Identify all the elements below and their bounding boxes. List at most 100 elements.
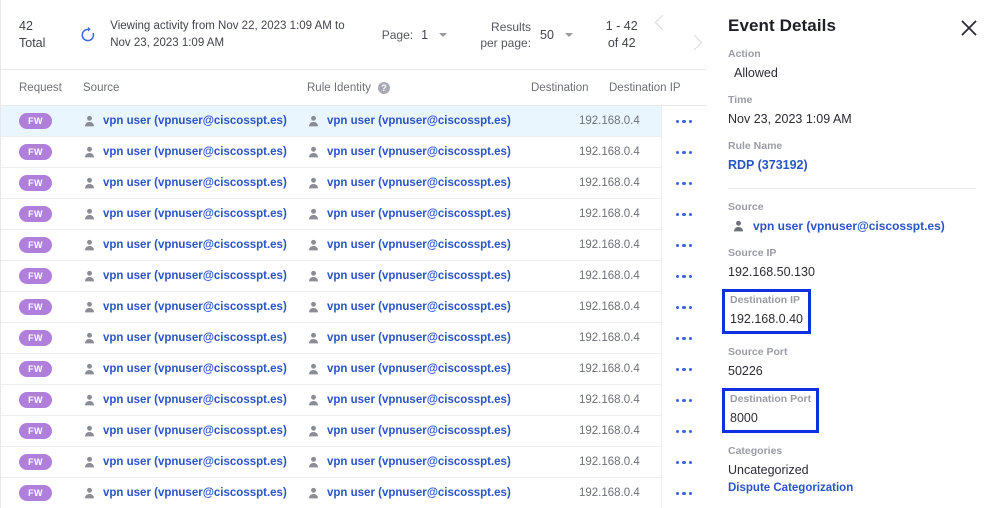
rule-identity-user-link[interactable]: vpn user (vpnuser@ciscosspt.es) bbox=[327, 394, 511, 406]
more-options-icon[interactable] bbox=[661, 168, 706, 199]
cell-source[interactable]: vpn user (vpnuser@ciscosspt.es) bbox=[83, 239, 287, 252]
chevron-left-icon[interactable] bbox=[654, 14, 670, 30]
dispute-categorization-link[interactable]: Dispute Categorization bbox=[728, 482, 976, 494]
cell-rule-identity[interactable]: vpn user (vpnuser@ciscosspt.es) bbox=[307, 115, 511, 128]
more-options-icon[interactable] bbox=[661, 292, 706, 323]
table-row[interactable]: FW vpn user (vpnuser@ciscosspt.es) vpn use… bbox=[1, 478, 706, 508]
source-user-link[interactable]: vpn user (vpnuser@ciscosspt.es) bbox=[103, 177, 287, 189]
source-user-link[interactable]: vpn user (vpnuser@ciscosspt.es) bbox=[103, 146, 287, 158]
cell-rule-identity[interactable]: vpn user (vpnuser@ciscosspt.es) bbox=[307, 332, 511, 345]
more-options-icon[interactable] bbox=[661, 447, 706, 478]
more-options-icon[interactable] bbox=[661, 416, 706, 447]
source-user-link[interactable]: vpn user (vpnuser@ciscosspt.es) bbox=[103, 270, 287, 282]
more-options-icon[interactable] bbox=[661, 199, 706, 230]
source-user-link[interactable]: vpn user (vpnuser@ciscosspt.es) bbox=[103, 456, 287, 468]
more-options-icon[interactable] bbox=[661, 385, 706, 416]
cell-rule-identity[interactable]: vpn user (vpnuser@ciscosspt.es) bbox=[307, 301, 511, 314]
table-row[interactable]: FW vpn user (vpnuser@ciscosspt.es) vpn use… bbox=[1, 292, 706, 323]
cell-source[interactable]: vpn user (vpnuser@ciscosspt.es) bbox=[83, 270, 287, 283]
rule-identity-user-link[interactable]: vpn user (vpnuser@ciscosspt.es) bbox=[327, 270, 511, 282]
chevron-right-icon[interactable] bbox=[686, 34, 703, 50]
table-row[interactable]: FW vpn user (vpnuser@ciscosspt.es) vpn use… bbox=[1, 323, 706, 354]
refresh-icon[interactable] bbox=[75, 21, 103, 49]
page-dropdown[interactable]: 1 bbox=[421, 28, 448, 42]
source-user-link[interactable]: vpn user (vpnuser@ciscosspt.es) bbox=[103, 239, 287, 251]
cell-rule-identity[interactable]: vpn user (vpnuser@ciscosspt.es) bbox=[307, 487, 511, 500]
cell-source[interactable]: vpn user (vpnuser@ciscosspt.es) bbox=[83, 208, 287, 221]
cell-source[interactable]: vpn user (vpnuser@ciscosspt.es) bbox=[83, 456, 287, 469]
field-rule-name-value[interactable]: RDP (373192) bbox=[728, 156, 976, 174]
cell-rule-identity[interactable]: vpn user (vpnuser@ciscosspt.es) bbox=[307, 425, 511, 438]
column-header-destination-ip[interactable]: Destination IP bbox=[609, 82, 681, 94]
cell-rule-identity[interactable]: vpn user (vpnuser@ciscosspt.es) bbox=[307, 208, 511, 221]
more-options-icon[interactable] bbox=[661, 137, 706, 168]
table-row[interactable]: FW vpn user (vpnuser@ciscosspt.es) vpn use… bbox=[1, 354, 706, 385]
rule-identity-user-link[interactable]: vpn user (vpnuser@ciscosspt.es) bbox=[327, 363, 511, 375]
cell-source[interactable]: vpn user (vpnuser@ciscosspt.es) bbox=[83, 394, 287, 407]
cell-rule-identity[interactable]: vpn user (vpnuser@ciscosspt.es) bbox=[307, 239, 511, 252]
source-user-link[interactable]: vpn user (vpnuser@ciscosspt.es) bbox=[103, 301, 287, 313]
more-options-icon[interactable] bbox=[661, 106, 706, 137]
cell-rule-identity[interactable]: vpn user (vpnuser@ciscosspt.es) bbox=[307, 177, 511, 190]
more-options-icon[interactable] bbox=[661, 323, 706, 354]
cell-source[interactable]: vpn user (vpnuser@ciscosspt.es) bbox=[83, 363, 287, 376]
table-row[interactable]: FW vpn user (vpnuser@ciscosspt.es) vpn use… bbox=[1, 416, 706, 447]
table-row[interactable]: FW vpn user (vpnuser@ciscosspt.es) vpn use… bbox=[1, 230, 706, 261]
table-row[interactable]: FW vpn user (vpnuser@ciscosspt.es) vpn use… bbox=[1, 261, 706, 292]
rule-identity-user-link[interactable]: vpn user (vpnuser@ciscosspt.es) bbox=[327, 239, 511, 251]
cell-rule-identity[interactable]: vpn user (vpnuser@ciscosspt.es) bbox=[307, 270, 511, 283]
cell-rule-identity[interactable]: vpn user (vpnuser@ciscosspt.es) bbox=[307, 394, 511, 407]
rule-identity-user-link[interactable]: vpn user (vpnuser@ciscosspt.es) bbox=[327, 115, 511, 127]
table-row[interactable]: FW vpn user (vpnuser@ciscosspt.es) vpn use… bbox=[1, 385, 706, 416]
cell-source[interactable]: vpn user (vpnuser@ciscosspt.es) bbox=[83, 301, 287, 314]
table-row[interactable]: FW vpn user (vpnuser@ciscosspt.es) vpn use… bbox=[1, 106, 706, 137]
source-user-link[interactable]: vpn user (vpnuser@ciscosspt.es) bbox=[103, 394, 287, 406]
cell-source[interactable]: vpn user (vpnuser@ciscosspt.es) bbox=[83, 487, 287, 500]
source-user-link[interactable]: vpn user (vpnuser@ciscosspt.es) bbox=[103, 332, 287, 344]
more-options-icon[interactable] bbox=[661, 261, 706, 292]
source-user-link[interactable]: vpn user (vpnuser@ciscosspt.es) bbox=[103, 425, 287, 437]
source-user-link[interactable]: vpn user (vpnuser@ciscosspt.es) bbox=[103, 115, 287, 127]
source-user-link[interactable]: vpn user (vpnuser@ciscosspt.es) bbox=[103, 487, 287, 499]
person-icon bbox=[309, 363, 318, 374]
field-source-port: Source Port 50226 bbox=[728, 345, 976, 380]
table-row[interactable]: FW vpn user (vpnuser@ciscosspt.es) vpn use… bbox=[1, 199, 706, 230]
cell-rule-identity[interactable]: vpn user (vpnuser@ciscosspt.es) bbox=[307, 363, 511, 376]
table-row[interactable]: FW vpn user (vpnuser@ciscosspt.es) vpn use… bbox=[1, 447, 706, 478]
more-options-icon[interactable] bbox=[661, 354, 706, 385]
column-header-request[interactable]: Request bbox=[19, 82, 62, 94]
table-row[interactable]: FW vpn user (vpnuser@ciscosspt.es) vpn use… bbox=[1, 168, 706, 199]
results-per-page-dropdown[interactable]: 50 bbox=[540, 28, 573, 42]
cell-rule-identity[interactable]: vpn user (vpnuser@ciscosspt.es) bbox=[307, 146, 511, 159]
close-icon[interactable] bbox=[958, 17, 980, 39]
cell-source[interactable]: vpn user (vpnuser@ciscosspt.es) bbox=[83, 425, 287, 438]
rule-identity-user-link[interactable]: vpn user (vpnuser@ciscosspt.es) bbox=[327, 456, 511, 468]
cell-rule-identity[interactable]: vpn user (vpnuser@ciscosspt.es) bbox=[307, 456, 511, 469]
cell-source[interactable]: vpn user (vpnuser@ciscosspt.es) bbox=[83, 177, 287, 190]
field-source-value[interactable]: vpn user (vpnuser@ciscosspt.es) bbox=[728, 217, 976, 235]
field-action: Action Allowed bbox=[728, 47, 976, 82]
cell-source[interactable]: vpn user (vpnuser@ciscosspt.es) bbox=[83, 332, 287, 345]
rule-identity-user-link[interactable]: vpn user (vpnuser@ciscosspt.es) bbox=[327, 301, 511, 313]
date-range-text: Viewing activity from Nov 22, 2023 1:09 … bbox=[110, 19, 345, 49]
source-user-link[interactable]: vpn user (vpnuser@ciscosspt.es) bbox=[103, 363, 287, 375]
rule-identity-user-link[interactable]: vpn user (vpnuser@ciscosspt.es) bbox=[327, 177, 511, 189]
more-options-icon[interactable] bbox=[661, 230, 706, 261]
source-user-link[interactable]: vpn user (vpnuser@ciscosspt.es) bbox=[103, 208, 287, 220]
rule-identity-user-link[interactable]: vpn user (vpnuser@ciscosspt.es) bbox=[327, 425, 511, 437]
column-header-destination[interactable]: Destination bbox=[531, 82, 589, 94]
cell-source[interactable]: vpn user (vpnuser@ciscosspt.es) bbox=[83, 146, 287, 159]
cell-source[interactable]: vpn user (vpnuser@ciscosspt.es) bbox=[83, 115, 287, 128]
column-header-source[interactable]: Source bbox=[83, 82, 119, 94]
column-header-rule-identity[interactable]: Rule Identity ? bbox=[307, 81, 390, 94]
table-row[interactable]: FW vpn user (vpnuser@ciscosspt.es) vpn use… bbox=[1, 137, 706, 168]
rule-identity-user-link[interactable]: vpn user (vpnuser@ciscosspt.es) bbox=[327, 332, 511, 344]
person-icon bbox=[309, 301, 318, 312]
cell-request: FW bbox=[19, 206, 52, 222]
rule-identity-user-link[interactable]: vpn user (vpnuser@ciscosspt.es) bbox=[327, 487, 511, 499]
more-options-icon[interactable] bbox=[661, 478, 706, 508]
rule-identity-user-link[interactable]: vpn user (vpnuser@ciscosspt.es) bbox=[327, 146, 511, 158]
help-icon[interactable]: ? bbox=[377, 81, 390, 94]
field-destination-ip-value: 192.168.0.40 bbox=[730, 312, 803, 326]
rule-identity-user-link[interactable]: vpn user (vpnuser@ciscosspt.es) bbox=[327, 208, 511, 220]
